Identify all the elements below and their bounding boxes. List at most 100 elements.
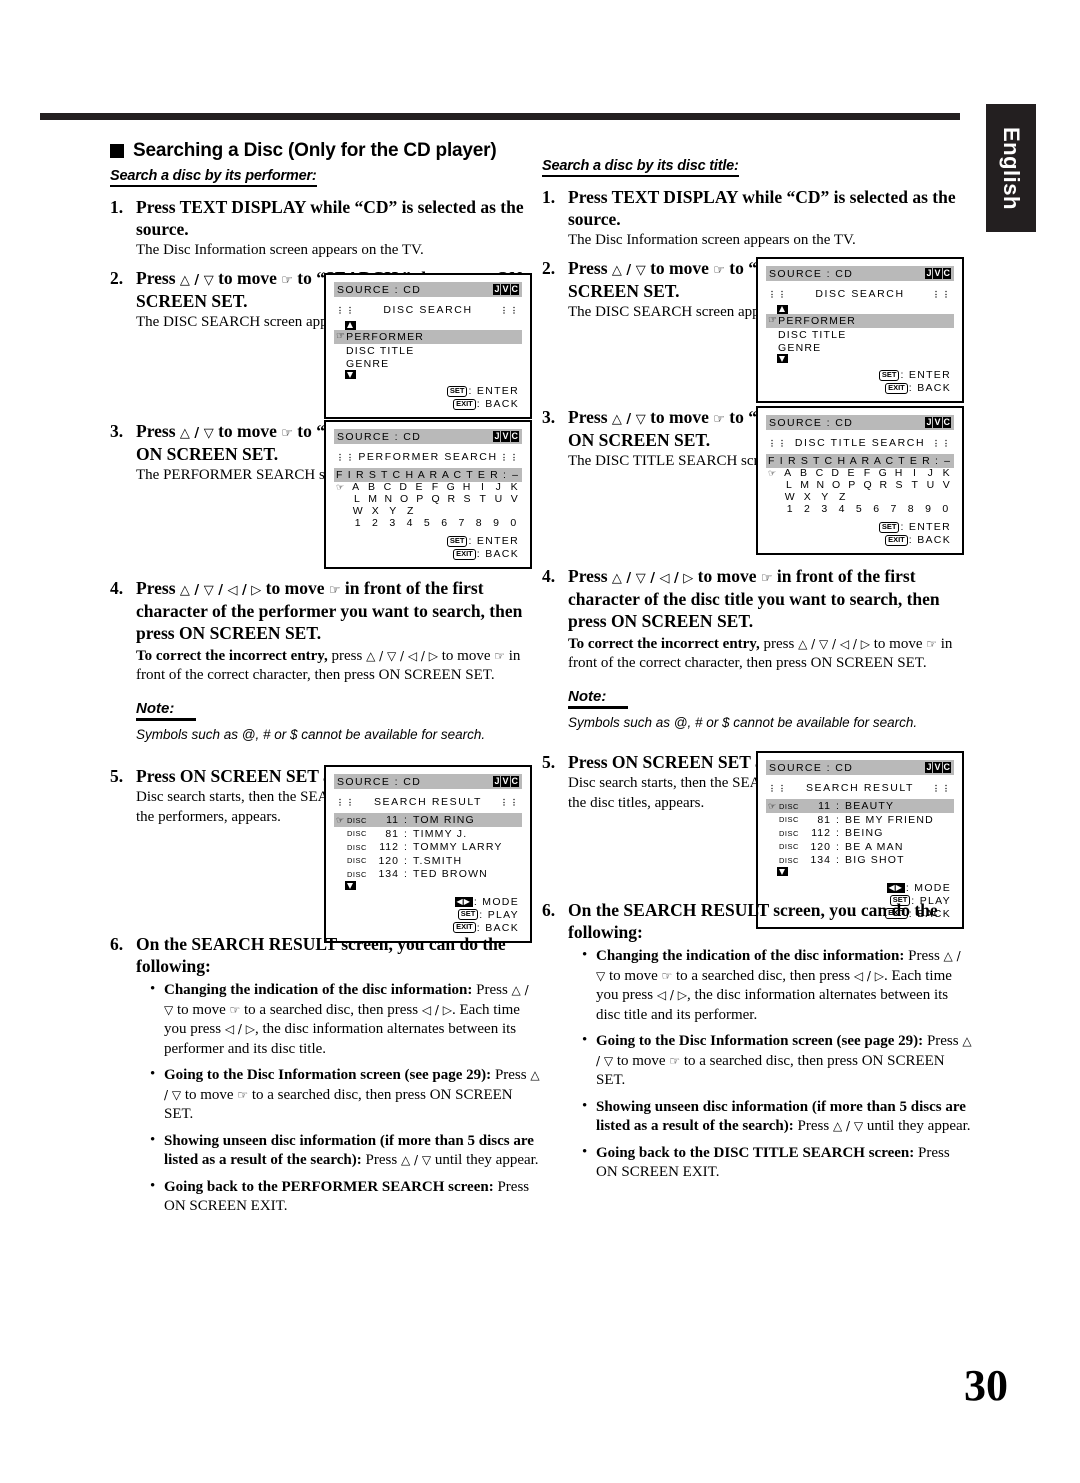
- scroll-down-arrow-icon[interactable]: [777, 866, 788, 876]
- list-item: Going to the Disc Information screen (se…: [150, 1065, 540, 1125]
- alpha-cell[interactable]: 9: [487, 517, 504, 530]
- alpha-cell[interactable]: 6: [867, 503, 884, 516]
- osd-result-row-selected[interactable]: ☞ DISC 11 : BEAUTY: [766, 799, 954, 813]
- scroll-down-arrow-icon[interactable]: [345, 880, 356, 890]
- osd-result-row[interactable]: DISC 81 : TIMMY J.: [334, 827, 522, 841]
- alpha-cell[interactable]: T: [907, 479, 923, 492]
- left-step-1: 1. Press TEXT DISPLAY while “CD” is sele…: [110, 196, 540, 260]
- alpha-cell[interactable]: 4: [833, 503, 850, 516]
- manual-page: English Searching a Disc (Only for the C…: [0, 0, 1080, 1483]
- right-step-1: 1. Press TEXT DISPLAY while “CD” is sele…: [542, 186, 972, 250]
- alpha-cell[interactable]: Y: [384, 505, 402, 518]
- alpha-cell[interactable]: W: [349, 505, 367, 518]
- alpha-cell[interactable]: 5: [850, 503, 867, 516]
- alpha-cell[interactable]: S: [891, 479, 907, 492]
- osd-screen-title: DISC SEARCH: [383, 304, 473, 317]
- alpha-cell[interactable]: S: [459, 493, 475, 506]
- alpha-cell[interactable]: 8: [902, 503, 919, 516]
- osd-result-row-selected[interactable]: ☞ DISC 11 : TOM RING: [334, 813, 522, 827]
- alpha-cell[interactable]: 9: [919, 503, 936, 516]
- step-title-part: Press: [568, 258, 612, 279]
- alpha-cell[interactable]: 4: [401, 517, 418, 530]
- alpha-cell[interactable]: V: [506, 493, 522, 506]
- alpha-cell[interactable]: U: [491, 493, 507, 506]
- osd-source-bar: SOURCE : CD JVC: [766, 760, 954, 776]
- list-item: Showing unseen disc information (if more…: [582, 1097, 972, 1137]
- alpha-cell[interactable]: 3: [816, 503, 833, 516]
- osd-menu-item[interactable]: DISC TITLE: [766, 328, 954, 341]
- alpha-cell[interactable]: 8: [470, 517, 487, 530]
- osd-alphabet-grid[interactable]: ☞ A B C D E F G H I J K LMNOPQRSTUV WXYZ 1234567890: [768, 468, 954, 515]
- alpha-cell[interactable]: P: [412, 493, 428, 506]
- scroll-up-arrow-icon[interactable]: [777, 305, 788, 315]
- alpha-cell[interactable]: Y: [816, 491, 834, 504]
- alpha-cell[interactable]: Z: [834, 491, 852, 504]
- alpha-cell[interactable]: 7: [885, 503, 902, 516]
- osd-menu-item[interactable]: DISC TITLE: [334, 344, 522, 357]
- osd-colon: :: [403, 868, 409, 881]
- osd-key-name: EXIT: [885, 382, 908, 394]
- osd-colon: :: [835, 854, 841, 867]
- alpha-cell[interactable]: Q: [860, 479, 876, 492]
- osd-menu-item-selected[interactable]: ☞ PERFORMER: [334, 330, 522, 345]
- alpha-cell[interactable]: Z: [402, 505, 420, 518]
- osd-key-action: : MODE: [905, 881, 951, 894]
- osd-key-row: EXIT : BACK: [885, 382, 951, 394]
- alpha-cell[interactable]: X: [799, 491, 817, 504]
- osd-disc-number: 11: [818, 800, 831, 813]
- osd-result-row[interactable]: DISC 112 : TOMMY LARRY: [334, 840, 522, 854]
- alpha-cell[interactable]: 6: [435, 517, 452, 530]
- osd-menu-item[interactable]: GENRE: [766, 341, 954, 354]
- alpha-cell[interactable]: 1: [781, 503, 798, 516]
- osd-menu-item[interactable]: GENRE: [334, 357, 522, 370]
- osd-result-row[interactable]: DISC 81 : BE MY FRIEND: [766, 813, 954, 827]
- alpha-cell[interactable]: 3: [384, 517, 401, 530]
- osd-result-row[interactable]: DISC 120 : T.SMITH: [334, 854, 522, 868]
- alpha-cell[interactable]: V: [938, 479, 954, 492]
- alpha-cell[interactable]: P: [844, 479, 860, 492]
- bullet-part: Press: [472, 982, 512, 999]
- alpha-cell[interactable]: 2: [798, 503, 815, 516]
- bullet-part: to move: [173, 1001, 230, 1018]
- osd-first-character-field[interactable]: F I R S T C H A R A C T E R : –: [334, 468, 522, 483]
- alpha-cell[interactable]: Q: [428, 493, 444, 506]
- osd-disc-label: DISC: [347, 829, 367, 839]
- alpha-cell[interactable]: 7: [453, 517, 470, 530]
- note-label: Note:: [136, 700, 197, 721]
- osd-source-bar: SOURCE : CD JVC: [334, 774, 522, 790]
- scroll-down-arrow-icon[interactable]: [777, 354, 788, 364]
- osd-first-character-field[interactable]: F I R S T C H A R A C T E R : –: [766, 454, 954, 469]
- osd-result-row[interactable]: DISC 120 : BE A MAN: [766, 840, 954, 854]
- osd-result-row[interactable]: DISC 112 : BEING: [766, 826, 954, 840]
- alpha-cell[interactable]: X: [367, 505, 385, 518]
- osd-result-row[interactable]: DISC 134 : TED BROWN: [334, 867, 522, 881]
- osd-menu-item-selected[interactable]: ☞ PERFORMER: [766, 314, 954, 329]
- scroll-down-arrow-icon[interactable]: [345, 370, 356, 380]
- alpha-cell[interactable]: R: [875, 479, 891, 492]
- alpha-cell[interactable]: 0: [937, 503, 954, 516]
- scroll-up-arrow-icon[interactable]: [345, 321, 356, 331]
- alpha-cell[interactable]: 0: [505, 517, 522, 530]
- osd-mark-right: ⋮⋮: [932, 783, 952, 793]
- correction-part: to move: [870, 635, 927, 652]
- alpha-cell[interactable]: T: [475, 493, 491, 506]
- hand-pointer-icon: ☞: [661, 968, 673, 983]
- osd-key-row: ◀▶ : MODE: [886, 881, 951, 894]
- alpha-cell[interactable]: 1: [349, 517, 366, 530]
- hand-pointer-icon: ☞: [768, 468, 777, 479]
- alpha-cell[interactable]: R: [443, 493, 459, 506]
- alpha-cell[interactable]: W: [781, 491, 799, 504]
- alpha-cell[interactable]: 5: [418, 517, 435, 530]
- left-step-3: 3. Press △ / ▽ to move ☞ to “PERFORMER”,…: [110, 420, 540, 570]
- right-subheading: Search a disc by its disc title:: [542, 158, 739, 177]
- osd-key-row: SET : ENTER: [446, 535, 519, 547]
- step-title: Press TEXT DISPLAY while “CD” is selecte…: [136, 197, 524, 240]
- alpha-cell[interactable]: U: [923, 479, 939, 492]
- alpha-cell[interactable]: 2: [366, 517, 383, 530]
- osd-key-name: EXIT: [453, 922, 476, 934]
- ud-arrows-glyph: △ / ▽: [400, 1153, 432, 1168]
- jvc-logo-icon: JVC: [925, 417, 951, 429]
- osd-result-row[interactable]: DISC 134 : BIG SHOT: [766, 853, 954, 867]
- osd-disc-number: 112: [811, 827, 831, 840]
- osd-alphabet-grid[interactable]: ☞ A B C D E F G H I J K LMNOPQRSTUV WXYZ 1234567890: [336, 482, 522, 529]
